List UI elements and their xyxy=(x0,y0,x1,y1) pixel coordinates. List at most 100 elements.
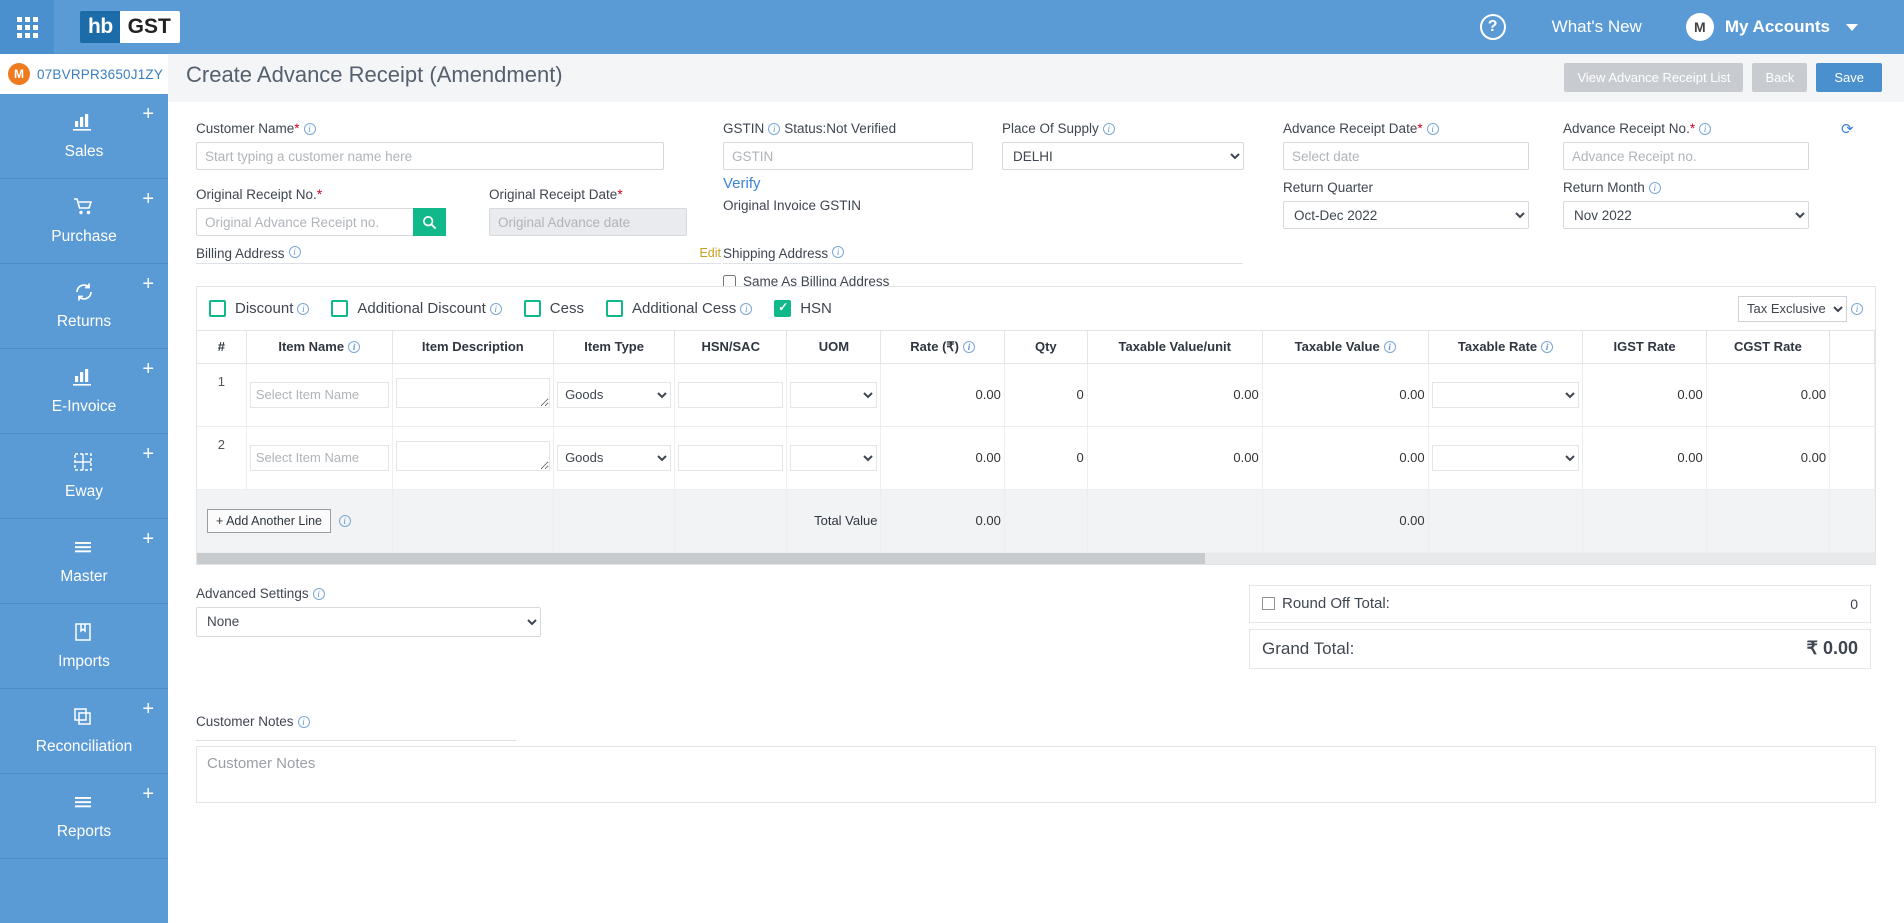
hbgst-logo[interactable]: hb GST xyxy=(80,11,180,43)
app-launcher-button[interactable] xyxy=(0,0,54,54)
refresh-cycle-icon xyxy=(73,282,95,306)
round-off-row: Round Off Total: 0 xyxy=(1249,584,1871,623)
my-accounts-menu[interactable]: M My Accounts xyxy=(1685,13,1858,41)
col-label: Item Name xyxy=(278,339,345,355)
info-icon[interactable]: i xyxy=(303,123,316,135)
sidebar-item-master[interactable]: + Master xyxy=(0,519,168,604)
sidebar-add-eway[interactable]: + xyxy=(142,444,154,464)
info-icon[interactable]: i xyxy=(740,302,753,315)
item-description-textarea[interactable] xyxy=(395,441,551,471)
sidebar-item-eway[interactable]: + Eway xyxy=(0,434,168,519)
info-icon[interactable]: i xyxy=(297,715,310,728)
item-description-textarea[interactable] xyxy=(395,378,551,408)
option-cess[interactable]: Cess xyxy=(523,300,584,317)
info-icon[interactable]: i xyxy=(1699,123,1712,135)
item-type-select[interactable]: Goods xyxy=(557,444,672,471)
search-original-receipt-button[interactable] xyxy=(413,208,446,236)
item-name-input[interactable] xyxy=(249,381,389,408)
hsn-checkbox[interactable] xyxy=(774,300,792,317)
whats-new-link[interactable]: What's New xyxy=(1552,17,1642,37)
option-additional-discount[interactable]: Additional Discount i xyxy=(331,300,502,317)
gstin-chip[interactable]: M 07BVRPR3650J1ZY xyxy=(0,54,168,94)
original-receipt-date-input[interactable] xyxy=(489,208,687,236)
cell-rate[interactable]: 0.00 xyxy=(880,426,1005,490)
cell-igst-rate: 0.00 xyxy=(1582,426,1707,490)
info-icon[interactable]: i xyxy=(832,246,845,258)
gstin-input[interactable] xyxy=(723,142,973,170)
scrollbar-thumb[interactable] xyxy=(197,552,1205,564)
additional-discount-checkbox[interactable] xyxy=(331,300,349,317)
items-table-horizontal-scrollbar[interactable] xyxy=(197,552,1875,564)
item-options-bar: Discount i Additional Discount i Cess Ad… xyxy=(197,287,1875,331)
sidebar-add-sales[interactable]: + xyxy=(142,104,154,124)
customer-name-label-row: Customer Name* i xyxy=(196,120,664,142)
edit-billing-address-link[interactable]: Edit xyxy=(699,246,721,260)
info-icon[interactable]: i xyxy=(1851,302,1863,315)
discount-checkbox[interactable] xyxy=(209,300,226,317)
cell-taxable-value: 0.00 xyxy=(1262,363,1429,427)
customer-name-input[interactable] xyxy=(196,142,664,170)
sidebar-item-imports[interactable]: Imports xyxy=(0,604,168,689)
hsn-sac-input[interactable] xyxy=(678,444,784,471)
sidebar-add-master[interactable]: + xyxy=(142,529,154,549)
info-icon[interactable]: i xyxy=(348,341,361,354)
help-icon[interactable]: ? xyxy=(1479,14,1506,40)
uom-select[interactable] xyxy=(790,444,878,471)
cess-checkbox[interactable] xyxy=(523,300,541,317)
sidebar-item-reports[interactable]: + Reports xyxy=(0,774,168,859)
col-taxable-value: Taxable Value i xyxy=(1262,331,1429,364)
cell-qty[interactable]: 0 xyxy=(1004,426,1088,490)
round-off-checkbox[interactable] xyxy=(1262,597,1275,610)
view-advance-receipt-list-button[interactable]: View Advance Receipt List xyxy=(1564,63,1744,92)
sidebar-item-einvoice[interactable]: + E-Invoice xyxy=(0,349,168,434)
item-type-select[interactable]: Goods xyxy=(557,381,672,408)
add-another-line-button[interactable]: + Add Another Line xyxy=(207,508,331,533)
info-icon[interactable]: i xyxy=(288,246,301,258)
save-button[interactable]: Save xyxy=(1816,63,1882,92)
sidebar-add-returns[interactable]: + xyxy=(142,274,154,294)
info-icon[interactable]: i xyxy=(312,587,325,600)
option-discount[interactable]: Discount i xyxy=(209,300,310,317)
chevron-down-icon xyxy=(1846,23,1858,31)
items-table-block: Discount i Additional Discount i Cess Ad… xyxy=(196,286,1876,565)
original-receipt-no-input[interactable] xyxy=(196,208,446,236)
info-icon[interactable]: i xyxy=(963,340,975,353)
sidebar-item-purchase[interactable]: + Purchase xyxy=(0,179,168,264)
advanced-settings-field: Advanced Settings i None xyxy=(196,585,541,637)
taxable-rate-select[interactable] xyxy=(1431,381,1580,408)
item-name-input[interactable] xyxy=(249,444,389,471)
info-icon[interactable]: i xyxy=(1102,123,1115,135)
back-button[interactable]: Back xyxy=(1752,63,1808,92)
advance-receipt-date-input[interactable] xyxy=(1283,142,1529,170)
info-icon[interactable]: i xyxy=(768,123,781,135)
place-of-supply-select[interactable]: DELHI xyxy=(1002,142,1244,170)
option-hsn[interactable]: HSN xyxy=(774,300,832,317)
customer-notes-textarea[interactable] xyxy=(196,745,1876,803)
cell-rate[interactable]: 0.00 xyxy=(880,363,1005,427)
info-icon[interactable]: i xyxy=(489,302,502,315)
info-icon[interactable]: i xyxy=(1541,341,1554,354)
info-icon[interactable]: i xyxy=(1383,341,1396,354)
sidebar-item-sales[interactable]: + Sales xyxy=(0,94,168,179)
sidebar-item-reconciliation[interactable]: + Reconciliation xyxy=(0,689,168,774)
gstin-status: Status:Not Verified xyxy=(784,121,897,136)
additional-cess-checkbox[interactable] xyxy=(605,300,623,317)
sidebar-add-einvoice[interactable]: + xyxy=(142,359,154,379)
sidebar-add-reconciliation[interactable]: + xyxy=(142,699,154,719)
hsn-sac-input[interactable] xyxy=(678,381,784,408)
tax-mode-select[interactable]: Tax Exclusive xyxy=(1738,295,1847,322)
info-icon[interactable]: i xyxy=(297,302,310,315)
info-icon[interactable]: i xyxy=(338,514,351,527)
sidebar-item-returns[interactable]: + Returns xyxy=(0,264,168,349)
option-additional-cess[interactable]: Additional Cess i xyxy=(605,300,753,317)
top-navigation-bar: hb GST ? What's New M My Accounts xyxy=(0,0,1904,54)
refresh-icon[interactable]: ⟳ xyxy=(1841,120,1854,138)
info-icon[interactable]: i xyxy=(1426,123,1439,135)
advance-receipt-no-input[interactable] xyxy=(1563,142,1809,170)
sidebar-add-purchase[interactable]: + xyxy=(142,189,154,209)
sidebar-add-reports[interactable]: + xyxy=(142,784,154,804)
cell-qty[interactable]: 0 xyxy=(1004,363,1088,427)
taxable-rate-select[interactable] xyxy=(1431,444,1580,471)
uom-select[interactable] xyxy=(790,381,878,408)
advanced-settings-select[interactable]: None xyxy=(196,606,541,637)
